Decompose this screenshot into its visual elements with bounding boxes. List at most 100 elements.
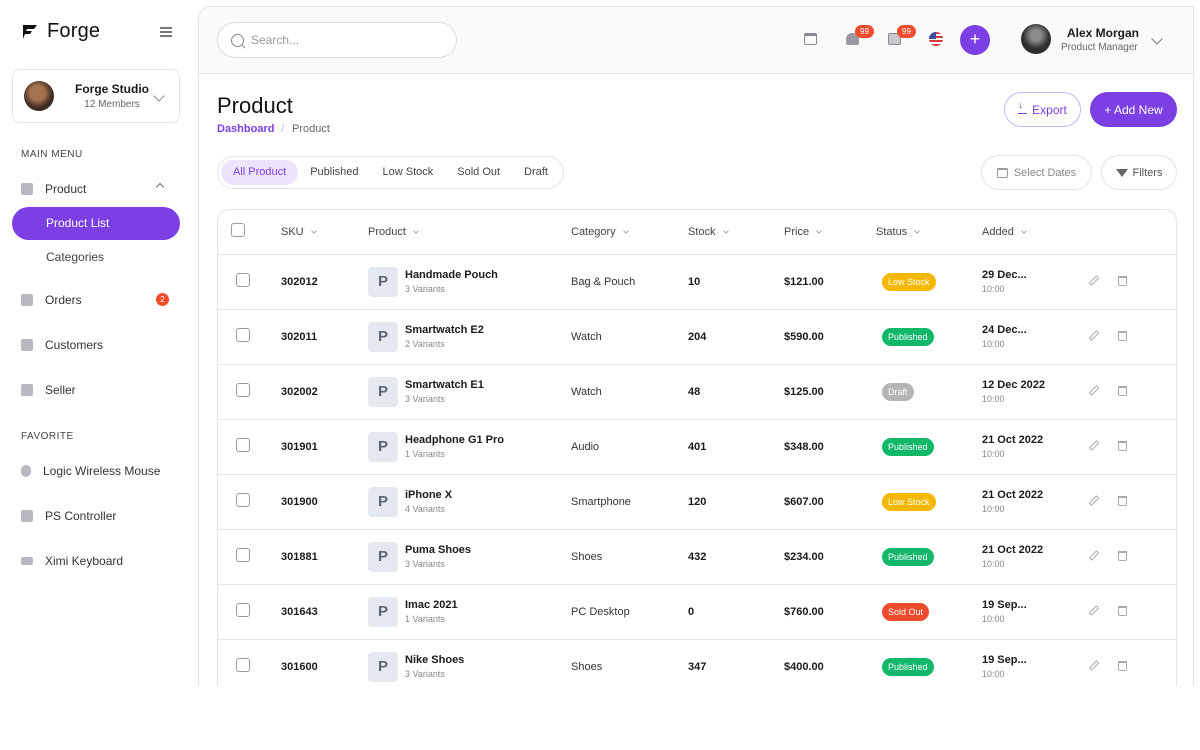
edit-icon[interactable] xyxy=(1088,439,1100,451)
row-stock: 48 xyxy=(688,385,701,398)
select-dates-button[interactable]: Select Dates xyxy=(981,155,1092,190)
trash-icon[interactable] xyxy=(1118,605,1127,616)
product-variants: 3 Variants xyxy=(405,669,445,679)
column-header-category[interactable]: Category xyxy=(571,210,688,255)
sidebar-item-customers[interactable]: Customers xyxy=(21,338,181,352)
edit-icon[interactable] xyxy=(1088,274,1100,286)
row-product[interactable]: PiPhone X 4 Variants xyxy=(368,486,571,517)
sidebar-item-seller[interactable]: Seller xyxy=(21,383,181,397)
column-header-price[interactable]: Price xyxy=(784,210,876,255)
sidebar-item-label: Seller xyxy=(45,383,76,397)
product-thumbnail: P xyxy=(368,596,398,627)
trash-icon[interactable] xyxy=(1118,495,1127,506)
sidebar-item-categories[interactable]: Categories xyxy=(46,250,104,264)
edit-icon[interactable] xyxy=(1088,494,1100,506)
tab-low-stock[interactable]: Low Stock xyxy=(371,160,446,185)
sidebar-item-product-list[interactable]: Product List xyxy=(12,207,180,240)
row-category: Watch xyxy=(571,330,602,343)
select-all-checkbox[interactable] xyxy=(231,223,245,238)
row-product[interactable]: P Handmade Pouch 3 Variants xyxy=(368,266,571,297)
filters-button[interactable]: Filters xyxy=(1101,155,1177,190)
user-role: Product Manager xyxy=(1061,42,1138,53)
export-button[interactable]: Export xyxy=(1004,92,1081,127)
column-header-stock[interactable]: Stock xyxy=(688,210,784,255)
row-product[interactable]: P Nike Shoes 3 Variants xyxy=(368,651,571,682)
breadcrumb-current: Product xyxy=(292,123,330,135)
table-row[interactable]: 302012 P Handmade Pouch 3 Variants Bag & Pou… xyxy=(218,254,1176,310)
trash-icon[interactable] xyxy=(1118,275,1127,286)
orders-count-badge: 2 xyxy=(156,293,169,306)
row-checkbox[interactable] xyxy=(236,658,250,672)
tab-draft[interactable]: Draft xyxy=(512,160,560,185)
chevron-down-icon[interactable] xyxy=(1151,33,1163,45)
filter-icon xyxy=(1115,168,1128,177)
favorite-item-keyboard[interactable]: Ximi Keyboard xyxy=(21,554,181,568)
row-category: Shoes xyxy=(571,550,603,563)
favorite-item-mouse[interactable]: Logic Wireless Mouse xyxy=(21,464,181,478)
trash-icon[interactable] xyxy=(1118,550,1127,561)
table-row[interactable]: 302011 P Smartwatch E2 2 Variants Watch 204 $5… xyxy=(218,309,1176,365)
column-header-product[interactable]: Product xyxy=(368,210,571,255)
table-row[interactable]: 301600 P Nike Shoes 3 Variants Shoes 347 $400.… xyxy=(218,639,1176,686)
row-checkbox[interactable] xyxy=(236,548,250,562)
row-checkbox[interactable] xyxy=(236,273,250,287)
row-checkbox[interactable] xyxy=(236,603,250,617)
workspace-avatar xyxy=(24,81,54,111)
filters-label: Filters xyxy=(1132,166,1163,179)
row-category: Watch xyxy=(571,385,602,398)
row-checkbox[interactable] xyxy=(236,438,250,452)
add-new-button[interactable]: + Add New xyxy=(1090,92,1177,127)
row-product[interactable]: P Imac 2021 1 Variants xyxy=(368,596,571,627)
edit-icon[interactable] xyxy=(1088,384,1100,396)
row-product[interactable]: P Headphone G1 Pro 1 Variants xyxy=(368,431,571,462)
product-thumbnail: P xyxy=(368,321,398,352)
tab-sold-out[interactable]: Sold Out xyxy=(445,160,512,185)
trash-icon[interactable] xyxy=(1118,660,1127,671)
trash-icon[interactable] xyxy=(1118,330,1127,341)
row-product[interactable]: P Smartwatch E2 2 Variants xyxy=(368,321,571,352)
page-bottom-area xyxy=(0,686,1200,750)
row-added-time: 10:00 xyxy=(982,559,1005,569)
breadcrumb-separator: / xyxy=(281,123,285,135)
status-badge: Published xyxy=(882,327,934,346)
search-box[interactable] xyxy=(217,22,457,58)
row-product[interactable]: P Smartwatch E1 3 Variants xyxy=(368,376,571,407)
calendar-icon[interactable] xyxy=(804,33,817,45)
row-checkbox[interactable] xyxy=(236,383,250,397)
column-header-added[interactable]: Added xyxy=(982,210,1086,255)
row-checkbox[interactable] xyxy=(236,493,250,507)
column-header-status[interactable]: Status xyxy=(876,210,982,255)
tab-all-product[interactable]: All Product xyxy=(221,160,299,185)
sidebar-item-product[interactable]: Product xyxy=(21,182,181,196)
users-icon xyxy=(21,339,33,351)
workspace-switcher[interactable]: Forge Studio 12 Members xyxy=(12,69,180,123)
hamburger-menu-icon[interactable] xyxy=(160,27,172,37)
avatar[interactable] xyxy=(1021,24,1051,54)
sort-icon xyxy=(816,227,822,234)
product-variants: 1 Variants xyxy=(405,614,445,624)
search-input[interactable] xyxy=(251,33,451,47)
table-row[interactable]: 301881 P Puma Shoes 3 Variants Shoes 432 $234.… xyxy=(218,529,1176,585)
edit-icon[interactable] xyxy=(1088,549,1100,561)
table-row[interactable]: 301900 PiPhone X 4 Variants Smartphone 120 $6… xyxy=(218,474,1176,530)
edit-icon[interactable] xyxy=(1088,659,1100,671)
table-row[interactable]: 301901 P Headphone G1 Pro 1 Variants Audio 40… xyxy=(218,419,1176,475)
table-row[interactable]: 301643 P Imac 2021 1 Variants PC Desktop 0 $76… xyxy=(218,584,1176,640)
row-added-time: 10:00 xyxy=(982,284,1005,294)
tab-published[interactable]: Published xyxy=(298,160,370,185)
row-product[interactable]: P Puma Shoes 3 Variants xyxy=(368,541,571,572)
edit-icon[interactable] xyxy=(1088,604,1100,616)
edit-icon[interactable] xyxy=(1088,329,1100,341)
trash-icon[interactable] xyxy=(1118,385,1127,396)
table-row[interactable]: 302002 P Smartwatch E1 3 Variants Watch 48 $12… xyxy=(218,364,1176,420)
us-flag-icon[interactable] xyxy=(929,32,943,46)
breadcrumb-dashboard[interactable]: Dashboard xyxy=(217,123,274,135)
product-table: SKU Product Category Stock Price Status … xyxy=(217,209,1177,686)
row-checkbox[interactable] xyxy=(236,328,250,342)
favorite-item-controller[interactable]: PS Controller xyxy=(21,509,181,523)
column-header-sku[interactable]: SKU xyxy=(281,210,368,255)
quick-add-button[interactable]: + xyxy=(960,25,990,55)
row-stock: 432 xyxy=(688,550,707,563)
brand[interactable]: Forge xyxy=(21,20,100,43)
trash-icon[interactable] xyxy=(1118,440,1127,451)
